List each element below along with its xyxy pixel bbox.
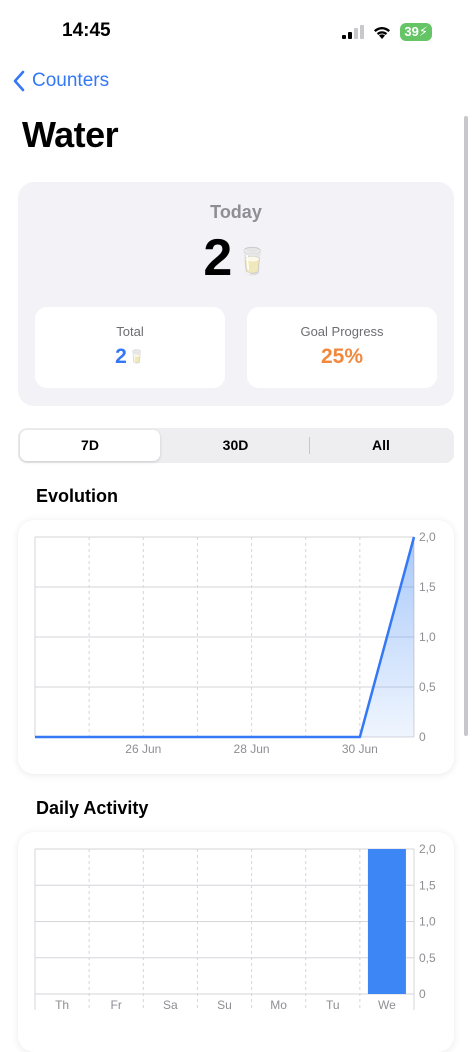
evolution-chart-card: 0 0,5 1,0 1,5 2,0 26 Jun 28 Jun 30 Jun bbox=[18, 520, 454, 774]
x-tick-label: Mo bbox=[270, 998, 287, 1012]
battery-indicator: 39⚡ bbox=[400, 23, 432, 41]
status-time: 14:45 bbox=[62, 20, 111, 41]
milk-glass-icon: 🥛 bbox=[128, 349, 145, 365]
evolution-title: Evolution bbox=[36, 486, 118, 506]
back-label: Counters bbox=[32, 70, 110, 91]
daily-activity-title: Daily Activity bbox=[36, 798, 149, 818]
scroll-indicator[interactable] bbox=[464, 116, 468, 736]
today-card: Today 2 🥛 Total 2 🥛 Goal Progress 25% bbox=[18, 182, 454, 406]
x-tick-label: Sa bbox=[163, 998, 178, 1012]
goal-label: Goal Progress bbox=[300, 324, 384, 339]
battery-level: 39 bbox=[404, 24, 419, 39]
x-tick-label: 26 Jun bbox=[125, 742, 161, 756]
goal-value: 25% bbox=[320, 345, 364, 368]
y-tick-label: 2,0 bbox=[419, 842, 436, 856]
segment-all[interactable]: All bbox=[310, 430, 452, 461]
y-tick-label: 2,0 bbox=[419, 530, 436, 544]
segment-7d[interactable]: 7D bbox=[20, 430, 160, 461]
page-title: Water bbox=[22, 114, 119, 155]
today-count: 2 🥛 bbox=[18, 228, 454, 288]
charging-bolt-icon: ⚡ bbox=[418, 24, 428, 39]
y-tick-label: 1,0 bbox=[419, 915, 436, 929]
x-tick-label: Fr bbox=[111, 998, 122, 1012]
x-tick-label: Tu bbox=[326, 998, 340, 1012]
milk-glass-icon: 🥛 bbox=[236, 245, 269, 276]
y-tick-label: 0 bbox=[419, 730, 426, 744]
cellular-signal-icon bbox=[342, 25, 365, 39]
today-value: 2 bbox=[203, 229, 233, 287]
back-button[interactable]: Counters bbox=[12, 70, 109, 92]
y-tick-label: 0 bbox=[419, 987, 426, 1001]
chevron-left-icon bbox=[13, 70, 25, 92]
wifi-icon bbox=[374, 26, 391, 39]
total-count: 2 🥛 bbox=[35, 345, 225, 369]
today-label: Today bbox=[210, 202, 262, 222]
y-tick-label: 0,5 bbox=[419, 951, 436, 965]
segment-30d[interactable]: 30D bbox=[163, 430, 308, 461]
y-tick-label: 0,5 bbox=[419, 680, 436, 694]
status-icons: 39⚡ bbox=[342, 22, 432, 42]
daily-activity-chart: 0 0,5 1,0 1,5 2,0 Th Fr Sa Su Mo Tu We bbox=[34, 842, 436, 1012]
total-box: Total 2 🥛 bbox=[35, 307, 225, 388]
x-tick-label: 28 Jun bbox=[234, 742, 270, 756]
x-tick-label: Su bbox=[217, 998, 232, 1012]
y-tick-label: 1,5 bbox=[419, 878, 436, 892]
range-segmented-control: 7D 30D All bbox=[18, 428, 454, 463]
bar-we bbox=[367, 849, 406, 994]
y-tick-label: 1,5 bbox=[419, 580, 436, 594]
goal-progress-box: Goal Progress 25% bbox=[247, 307, 437, 388]
evolution-chart: 0 0,5 1,0 1,5 2,0 26 Jun 28 Jun 30 Jun bbox=[34, 530, 436, 756]
x-tick-label: We bbox=[378, 998, 396, 1012]
daily-activity-chart-card: 0 0,5 1,0 1,5 2,0 Th Fr Sa Su Mo Tu We bbox=[18, 832, 454, 1052]
y-tick-label: 1,0 bbox=[419, 630, 436, 644]
x-tick-label: 30 Jun bbox=[342, 742, 378, 756]
total-value: 2 bbox=[115, 345, 127, 368]
x-tick-label: Th bbox=[55, 998, 69, 1012]
total-label: Total bbox=[116, 324, 144, 339]
